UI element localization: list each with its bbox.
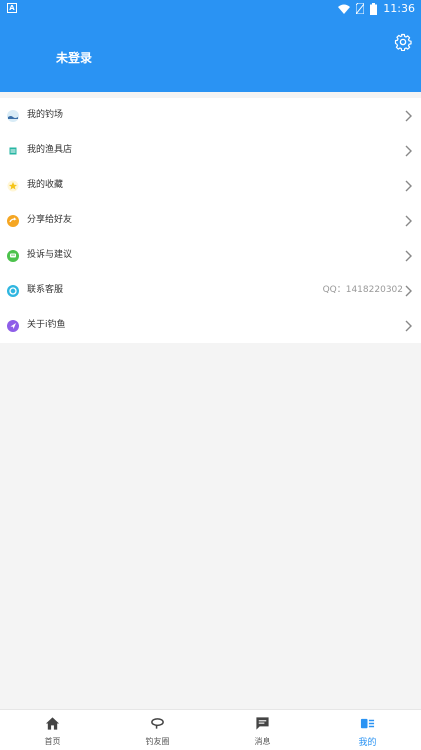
menu-label: 分享给好友 <box>27 215 73 225</box>
qq-contact: QQ：1418220302 <box>322 285 403 295</box>
menu-item-customer-service[interactable]: 联系客服 QQ：1418220302 <box>0 273 421 308</box>
wifi-icon <box>338 4 351 14</box>
customer-service-icon <box>7 285 19 297</box>
menu-label: 我的钓场 <box>27 110 64 120</box>
tab-label: 我的 <box>358 738 377 748</box>
circle-icon <box>151 718 164 729</box>
tab-home[interactable]: 首页 <box>0 710 105 750</box>
chevron-right-icon <box>405 320 412 332</box>
share-icon <box>7 215 19 227</box>
fishing-spot-icon <box>7 110 19 122</box>
status-bar: A 11:36 <box>0 0 421 17</box>
profile-icon <box>360 718 375 729</box>
notification-icon: A <box>7 3 17 13</box>
status-icons: 11:36 <box>338 1 415 16</box>
tackle-shop-icon <box>9 147 17 155</box>
tab-messages[interactable]: 消息 <box>210 710 315 750</box>
chevron-right-icon <box>405 285 412 297</box>
menu-label: 关于i钓鱼 <box>27 320 66 330</box>
chevron-right-icon <box>405 215 412 227</box>
menu-label: 投诉与建议 <box>27 250 73 260</box>
battery-icon <box>370 2 378 15</box>
menu-item-fishing-spot[interactable]: 我的钓场 <box>0 98 421 133</box>
tab-profile[interactable]: 我的 <box>315 710 420 750</box>
profile-header: 未登录 <box>0 17 421 92</box>
status-time: 11:36 <box>383 2 415 15</box>
menu-item-feedback[interactable]: 投诉与建议 <box>0 238 421 273</box>
favorites-icon <box>7 180 19 192</box>
login-status[interactable]: 未登录 <box>56 49 92 66</box>
no-sim-icon <box>356 3 365 14</box>
tab-label: 钓友圈 <box>145 737 170 746</box>
chevron-right-icon <box>405 110 412 122</box>
message-icon <box>256 717 269 730</box>
chevron-right-icon <box>405 180 412 192</box>
feedback-icon <box>7 250 19 262</box>
tab-label: 首页 <box>44 737 61 746</box>
menu-item-share[interactable]: 分享给好友 <box>0 203 421 238</box>
menu-item-about[interactable]: 关于i钓鱼 <box>0 308 421 343</box>
menu-label: 我的渔具店 <box>27 145 73 155</box>
tab-circle[interactable]: 钓友圈 <box>105 710 210 750</box>
menu-item-favorites[interactable]: 我的收藏 <box>0 168 421 203</box>
menu-item-tackle-shop[interactable]: 我的渔具店 <box>0 133 421 168</box>
chevron-right-icon <box>405 250 412 262</box>
menu-list: 我的钓场 我的渔具店 我的收藏 分享给好友 投诉与建议 联系客服 QQ：1418… <box>0 98 421 343</box>
menu-label: 我的收藏 <box>27 180 64 190</box>
bottom-tab-bar: 首页 钓友圈 消息 我的 <box>0 709 421 750</box>
home-icon <box>45 717 60 730</box>
tab-label: 消息 <box>254 737 271 746</box>
chevron-right-icon <box>405 145 412 157</box>
menu-label: 联系客服 <box>27 285 64 295</box>
about-icon <box>7 320 19 332</box>
settings-gear-icon[interactable] <box>394 33 412 51</box>
